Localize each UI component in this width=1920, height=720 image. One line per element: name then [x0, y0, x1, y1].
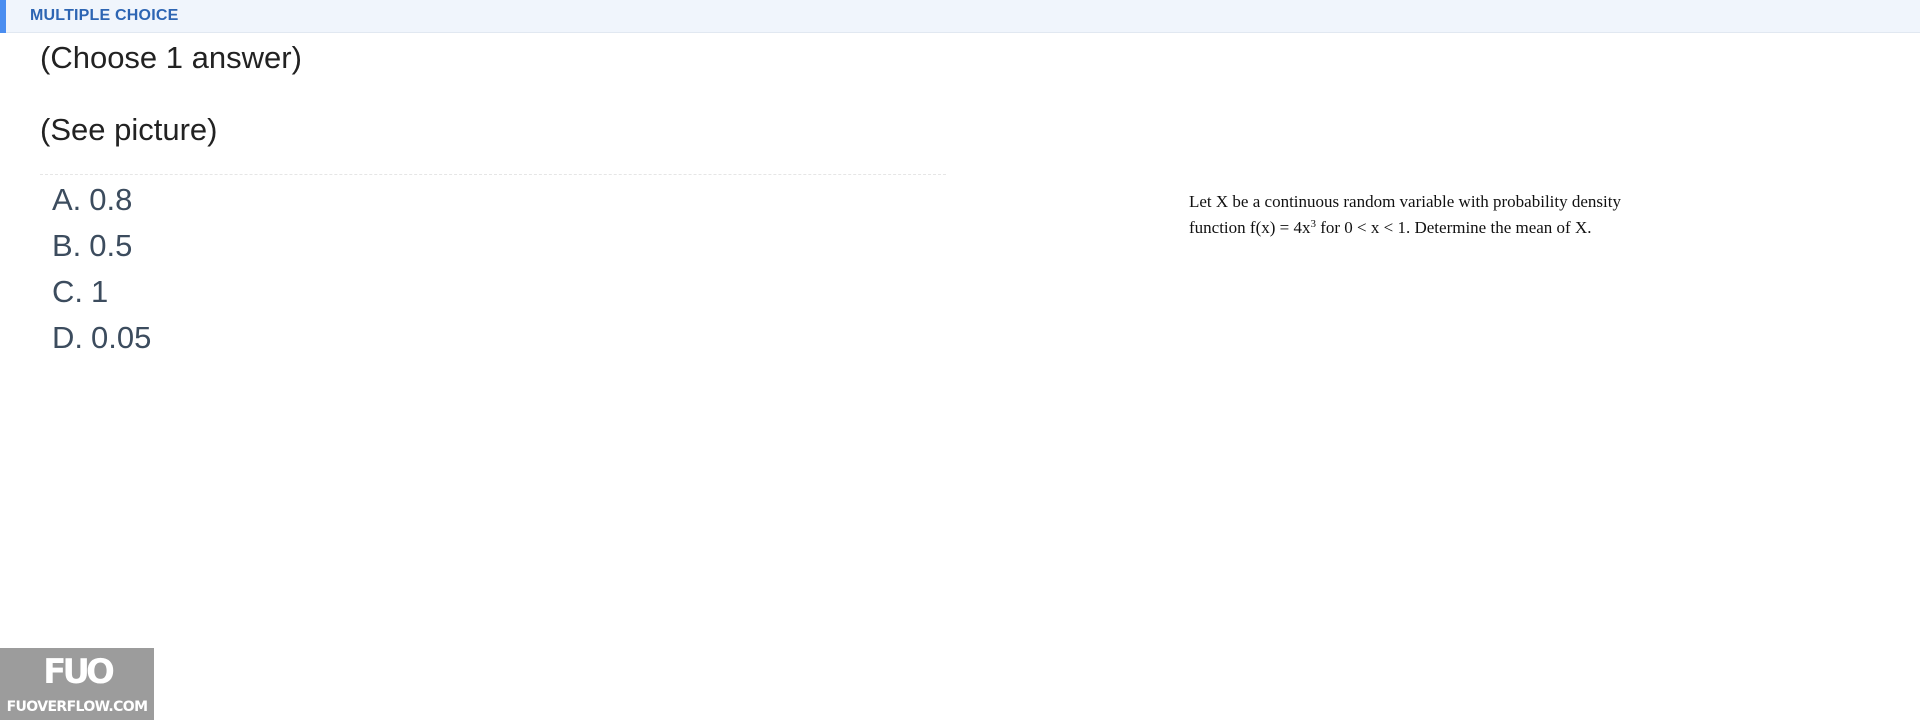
option-c[interactable]: C. 1 — [52, 272, 151, 318]
option-d[interactable]: D. 0.05 — [52, 318, 151, 364]
watermark-site-name: FUOVERFLOW.COM — [6, 699, 148, 715]
question-page: MULTIPLE CHOICE (Choose 1 answer) (See p… — [0, 0, 1920, 720]
question-prompt: (See picture) — [40, 112, 218, 147]
option-a[interactable]: A. 0.8 — [52, 180, 151, 226]
header-accent-bar — [0, 0, 6, 33]
choose-answer-instruction: (Choose 1 answer) — [40, 40, 302, 75]
problem-text-end: for 0 < x < 1. Determine the mean of X. — [1315, 218, 1592, 237]
option-text: 0.5 — [89, 228, 133, 263]
option-letter: C. — [52, 274, 83, 309]
watermark-logo: FUO — [43, 652, 115, 692]
option-text: 0.05 — [91, 320, 152, 355]
option-letter: A. — [52, 182, 82, 217]
answer-options: A. 0.8 B. 0.5 C. 1 D. 0.05 — [52, 180, 151, 364]
option-letter: B. — [52, 228, 82, 263]
question-type-label: MULTIPLE CHOICE — [30, 7, 179, 24]
option-letter: D. — [52, 320, 83, 355]
option-b[interactable]: B. 0.5 — [52, 226, 151, 272]
question-picture: Let X be a continuous random variable wi… — [1189, 191, 1669, 239]
divider — [40, 174, 946, 175]
option-text: 0.8 — [89, 182, 133, 217]
question-type-header: MULTIPLE CHOICE — [0, 0, 1920, 33]
site-watermark: FUO FUOVERFLOW.COM — [0, 648, 154, 720]
option-text: 1 — [91, 274, 109, 309]
